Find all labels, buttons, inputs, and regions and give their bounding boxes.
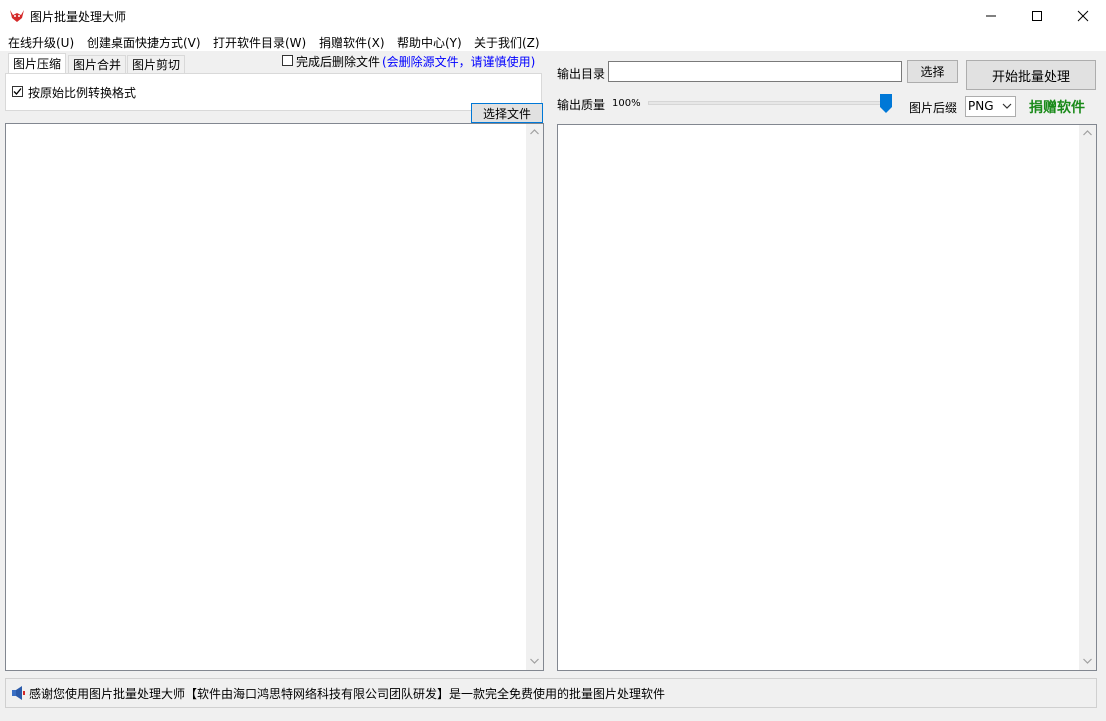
scroll-down-icon[interactable]: [530, 658, 539, 664]
status-bar: 感谢您使用图片批量处理大师【软件由海口鸿思特网络科技有限公司团队研发】是一款完全…: [5, 678, 1097, 708]
status-text: 感谢您使用图片批量处理大师【软件由海口鸿思特网络科技有限公司团队研发】是一款完全…: [29, 687, 666, 701]
checkmark-icon: [13, 88, 22, 95]
scroll-up-icon[interactable]: [1083, 130, 1092, 136]
delete-after-label: 完成后删除文件: [296, 55, 381, 69]
delete-after-checkbox[interactable]: [282, 55, 293, 66]
choose-dir-button[interactable]: 选择: [907, 60, 958, 83]
menu-donate[interactable]: 捐赠软件(X): [319, 34, 385, 51]
menu-open-directory[interactable]: 打开软件目录(W): [213, 34, 306, 51]
output-dir-label: 输出目录: [557, 67, 606, 81]
suffix-select-value: PNG: [968, 99, 994, 113]
output-dir-input[interactable]: [608, 61, 902, 82]
file-list-scrollbar[interactable]: [526, 124, 543, 670]
scroll-up-icon[interactable]: [530, 129, 539, 135]
title-bar: 图片批量处理大师: [0, 0, 1106, 31]
start-batch-button[interactable]: 开始批量处理: [966, 60, 1096, 90]
minimize-icon: [986, 15, 996, 16]
tab-merge[interactable]: 图片合并: [68, 55, 127, 73]
keep-ratio-label: 按原始比例转换格式: [28, 86, 137, 100]
result-list-scrollbar[interactable]: [1079, 125, 1096, 670]
menu-create-shortcut[interactable]: 创建桌面快捷方式(V): [87, 34, 201, 51]
close-icon: [1077, 10, 1089, 21]
maximize-icon: [1032, 10, 1042, 21]
menu-bar: 在线升级(U) 创建桌面快捷方式(V) 打开软件目录(W) 捐赠软件(X) 帮助…: [0, 31, 1106, 51]
slider-thumb-icon: [880, 94, 892, 113]
chevron-down-icon: [1002, 103, 1012, 109]
donate-link[interactable]: 捐赠软件: [1029, 97, 1085, 117]
tab-crop[interactable]: 图片剪切: [127, 55, 186, 73]
quality-slider-thumb[interactable]: [880, 94, 892, 113]
result-list[interactable]: [557, 124, 1097, 671]
tab-compress[interactable]: 图片压缩: [8, 53, 67, 74]
suffix-label: 图片后缀: [909, 101, 958, 115]
quality-value: 100%: [612, 98, 641, 109]
quality-label: 输出质量: [557, 98, 606, 112]
suffix-select[interactable]: PNG: [965, 96, 1016, 117]
menu-online-upgrade[interactable]: 在线升级(U): [8, 34, 74, 51]
quality-slider-track[interactable]: [648, 101, 886, 105]
minimize-button[interactable]: [968, 0, 1014, 31]
maximize-button[interactable]: [1014, 0, 1060, 31]
close-button[interactable]: [1060, 0, 1106, 31]
window-title: 图片批量处理大师: [30, 10, 127, 24]
app-logo-icon: [8, 7, 26, 25]
file-list[interactable]: [5, 123, 544, 671]
megaphone-icon: [11, 685, 25, 701]
menu-about-us[interactable]: 关于我们(Z): [474, 34, 540, 51]
menu-help-center[interactable]: 帮助中心(Y): [397, 34, 462, 51]
delete-after-warning: (会删除源文件，请谨慎使用): [382, 55, 536, 69]
scroll-down-icon[interactable]: [1083, 658, 1092, 664]
select-file-button[interactable]: 选择文件: [471, 103, 543, 123]
keep-ratio-checkbox[interactable]: [12, 86, 23, 97]
